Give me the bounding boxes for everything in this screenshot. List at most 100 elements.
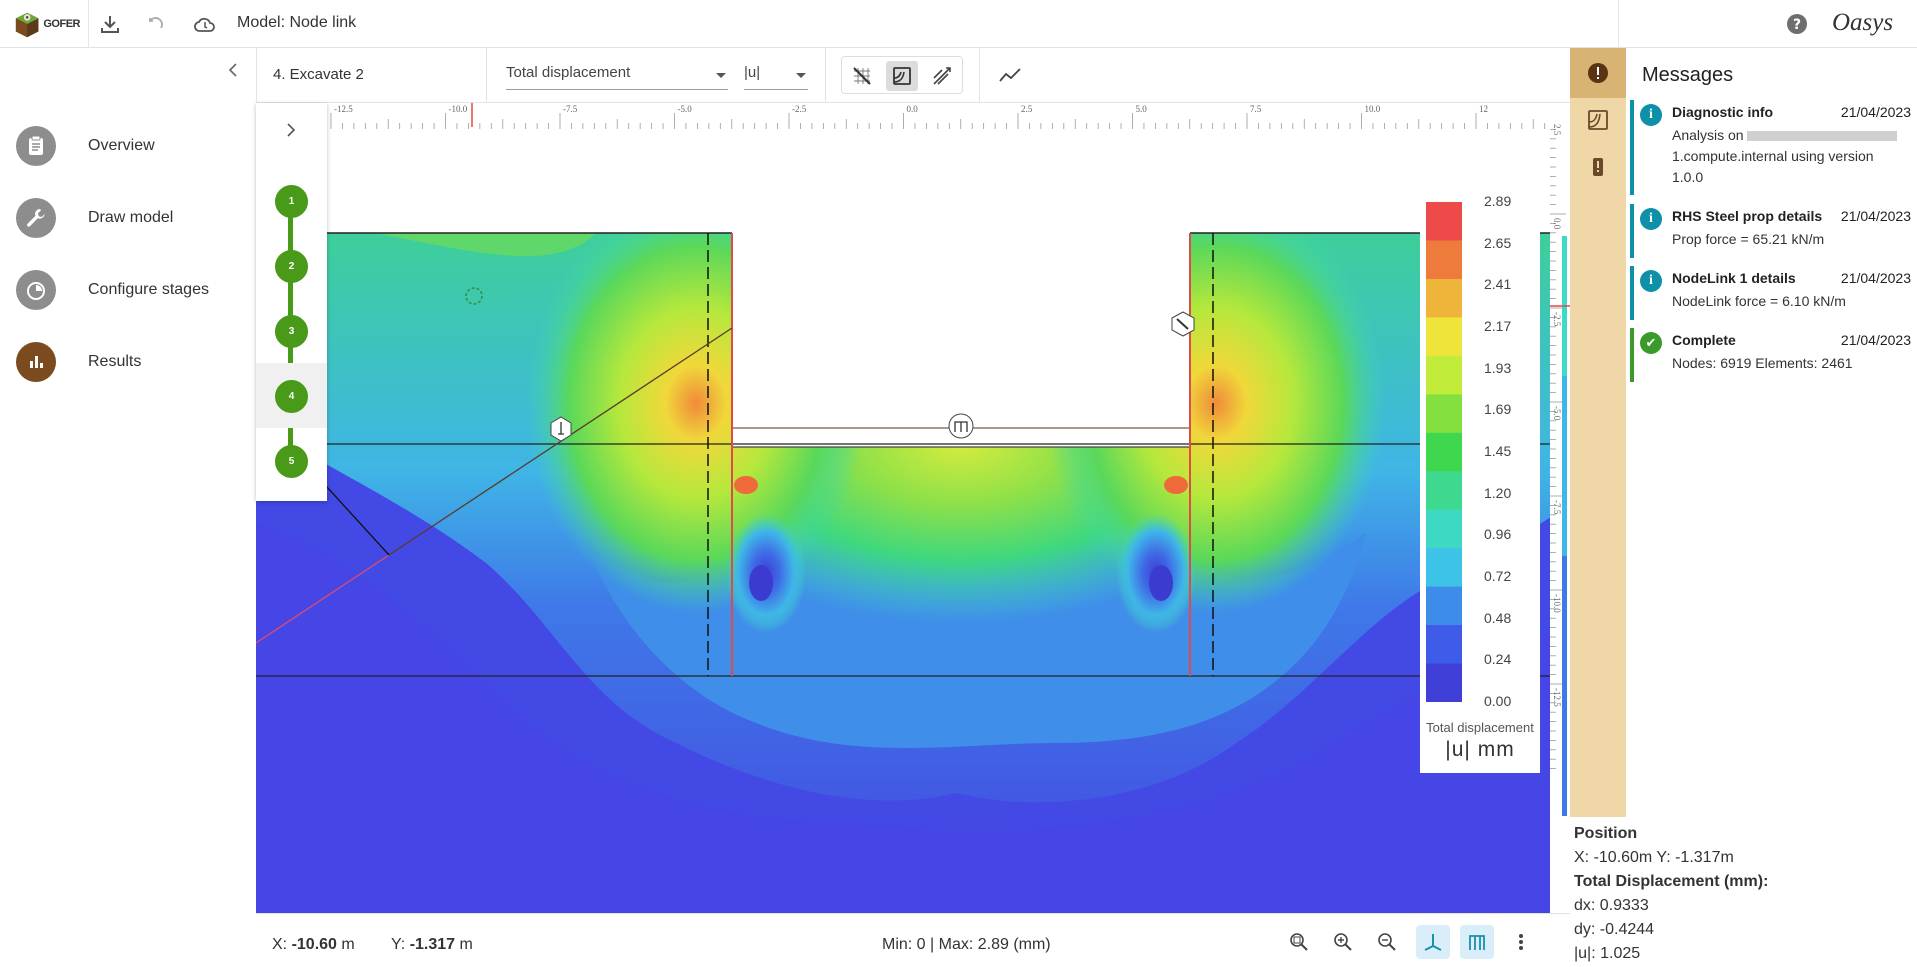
legend-tick-label: 0.00 [1484,693,1512,709]
contour-tab-icon[interactable] [1586,108,1610,132]
legend-color-band [1426,586,1462,626]
legend-tick-label: 2.65 [1484,234,1512,251]
contour-icon [893,67,911,85]
ruler-label: -10.0 [1552,594,1562,613]
legend-tick-label: 0.24 [1484,651,1512,668]
check-icon: ✔ [1640,332,1662,354]
message-date: 21/04/2023 [1840,270,1911,286]
u-value: |u|: 1.025 [1574,945,1641,962]
ruler-label: 10.0 [1365,104,1381,114]
ruler-label: -7.5 [1552,500,1562,515]
y-coordinate-readout: Y: -1.317 m [391,936,473,953]
divider [1618,0,1619,48]
ruler-label: 12 [1479,104,1488,114]
nav-draw-model[interactable]: Draw model [0,191,256,245]
stage-step-2[interactable]: 2 [256,233,327,298]
zoom-fit-icon[interactable] [1282,925,1316,959]
nav-label: Configure stages [88,281,209,298]
message-title: NodeLink 1 details [1672,270,1796,286]
component-value: |u| [744,64,761,81]
chevron-right-icon[interactable] [280,119,302,141]
side-ruler: 2.5 0.0 -2.5 -5.0 -7.5 -10.0 -12.5 [1550,124,1570,913]
download-icon[interactable] [97,11,123,37]
result-type-select[interactable]: Total displacement [506,60,728,90]
stage-step-3[interactable]: 3 [256,298,327,363]
probe-tab-icon[interactable] [1586,155,1610,179]
legend-tick-label: 1.69 [1484,401,1512,418]
message-body: Prop force = 65.21 kN/m [1672,231,1825,247]
info-icon: i [1640,270,1662,292]
legend-tick-label: 0.96 [1484,526,1512,543]
legend-tick-label: 2.89 [1484,193,1512,209]
color-legend: 2.89 2.65 2.41 2.17 1.93 1.69 1.45 1.20 0.96 0.72… [1420,193,1540,773]
wrench-icon [16,198,56,238]
message-title: Complete [1672,332,1736,348]
step-number: 3 [275,315,308,348]
zoom-in-icon[interactable] [1326,925,1360,959]
message-diagnostic-info[interactable]: i Diagnostic info 21/04/2023 Analysis on… [1630,100,1917,195]
ruler-label: -2.5 [792,104,807,114]
ruler-label: -7.5 [563,104,578,114]
step-number: 4 [275,380,308,413]
legend-color-band [1426,625,1462,665]
top-bar: GOFER Model: Node link ? Oasys [0,0,1917,48]
graph-icon[interactable] [997,62,1027,90]
gofer-logo[interactable]: GOFER [14,7,80,41]
chevron-left-icon[interactable] [225,61,243,79]
nav-configure-stages[interactable]: Configure stages [0,263,256,317]
ruler-label: -10.0 [449,104,468,114]
legend-tick-label: 1.45 [1484,443,1512,459]
logo-text: GOFER [43,18,80,30]
messages-panel: Messages i Diagnostic info 21/04/2023 An… [1626,48,1917,817]
stage-step-1[interactable]: 1 [256,168,327,233]
nav-results[interactable]: Results [0,335,256,389]
info-icon: i [1640,208,1662,230]
stage-stepper: 1 2 3 4 5 [256,103,327,501]
current-stage-label[interactable]: 4. Excavate 2 [273,66,364,83]
show-axes-button[interactable] [1416,925,1450,959]
message-body: Nodes: 6919 Elements: 2461 [1672,355,1853,371]
message-complete[interactable]: ✔ Complete 21/04/2023 Nodes: 6919 Elemen… [1630,328,1917,382]
stage-step-5[interactable]: 5 [256,428,327,493]
ruler-label: -12.5 [334,104,353,114]
contour-view-button[interactable] [886,61,918,91]
component-select[interactable]: |u| [744,60,808,90]
stage-step-4[interactable]: 4 [256,363,327,428]
displacement-heading: Total Displacement (mm): [1574,873,1769,890]
legend-color-band [1426,278,1462,318]
divider [486,48,487,103]
message-body: Analysis on 1.compute.internal using ver… [1672,125,1908,188]
undo-icon[interactable] [144,11,170,37]
vector-view-button[interactable] [926,61,958,91]
zoom-out-icon[interactable] [1370,925,1404,959]
divider [825,48,826,103]
message-date: 21/04/2023 [1840,332,1911,348]
legend-color-band [1426,240,1462,280]
displacement-contour-plot[interactable]: -12.5 -10.0 -7.5 -5.0 -2.5 0.0 2.5 5.0 7.5 10.0 12… [256,103,1570,913]
view-toolbar: 4. Excavate 2 Total displacement |u| [256,48,1570,103]
legend-color-band [1426,432,1462,472]
message-nodelink-details[interactable]: i NodeLink 1 details 21/04/2023 NodeLink… [1630,266,1917,320]
axes-icon [1424,934,1442,951]
step-number: 5 [275,445,308,478]
result-type-value: Total displacement [506,64,631,81]
message-date: 21/04/2023 [1840,208,1911,224]
results-canvas[interactable]: -12.5 -10.0 -7.5 -5.0 -2.5 0.0 2.5 5.0 7.5 10.0 12… [256,103,1570,913]
dx-value: dx: 0.9333 [1574,897,1649,914]
legend-color-band [1426,202,1462,241]
chevron-down-icon [716,73,726,78]
messages-tab-alert-icon[interactable] [1586,61,1610,85]
legend-color-bar [1426,202,1462,702]
show-structures-button[interactable] [1460,925,1494,959]
legend-color-band [1426,548,1462,588]
legend-tick-label: 2.17 [1484,318,1512,334]
more-options-icon[interactable] [1504,925,1538,959]
nav-overview[interactable]: Overview [0,119,256,173]
message-rhs-steel-prop[interactable]: i RHS Steel prop details 21/04/2023 Prop… [1630,204,1917,258]
cloud-sync-icon[interactable] [192,11,218,37]
ruler-label: 2.5 [1552,124,1562,136]
help-icon[interactable]: ? [1786,13,1808,35]
mesh-off-icon [853,67,871,85]
hide-mesh-button[interactable] [846,61,878,91]
ruler-label: 5.0 [1136,104,1148,114]
